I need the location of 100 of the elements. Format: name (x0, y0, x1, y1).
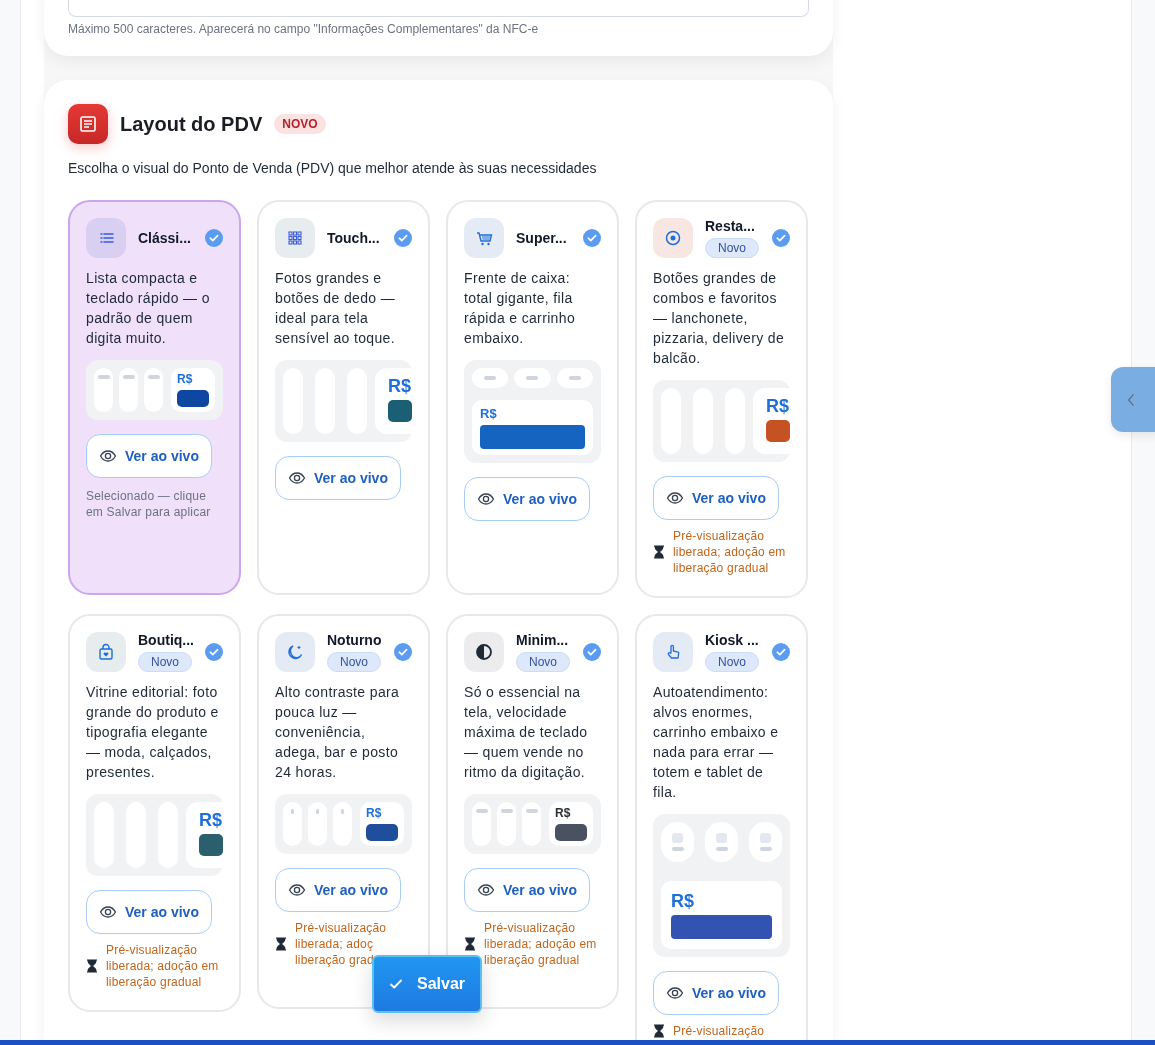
live-preview-button[interactable]: Ver ao vivo (653, 476, 779, 520)
placeholder-line (475, 809, 488, 813)
currency-symbol: R$ (480, 406, 498, 421)
option-description: Alto contraste para pouca luz — conveniência, adega, bar e posto 24 horas. (275, 683, 401, 782)
option-description: Fotos grandes e botões de dedo — ideal para tela sensível ao toque. (275, 269, 397, 348)
field-hint: Máximo 500 caracteres. Aparecerá no campo "Informações Complementares" da NFC-e (68, 22, 540, 36)
eye-icon (99, 447, 117, 465)
option-title: Kiosk ... (705, 632, 759, 648)
placeholder-line (97, 375, 110, 379)
currency-symbol: R$ (177, 372, 194, 386)
save-button[interactable]: Salvar (372, 955, 482, 1013)
eye-icon (666, 489, 684, 507)
layout-option-card[interactable]: Clássi... Lista compacta e teclado rápido — o padrão de quem digita muito. R$ Ver ao vivo Selecionado — clique em Salvar para aplicar (68, 200, 241, 595)
rollout-note: liberação gradual (106, 974, 202, 990)
new-badge: NOVO (274, 114, 326, 134)
layout-option-card[interactable]: Touch... Fotos grandes e botões de dedo — ideal para tela sensível ao toque. R$ Ver ao vivo (257, 200, 430, 595)
hourglass-icon (653, 1024, 665, 1038)
new-badge: Novo (705, 238, 759, 258)
option-description: Botões grandes de combos e favoritos — lanchonete, pizzaria, delivery de balcão. (653, 269, 786, 368)
check-circle-icon (583, 229, 601, 247)
hourglass-icon (275, 937, 287, 951)
live-preview-button[interactable]: Ver ao vivo (653, 971, 779, 1015)
placeholder-line (715, 847, 728, 851)
contrast-icon (473, 641, 495, 663)
rollout-note: Pré-visualização (484, 920, 576, 936)
new-badge: Novo (705, 652, 759, 672)
live-preview-button[interactable]: Ver ao vivo (86, 890, 212, 934)
live-preview-button[interactable]: Ver ao vivo (86, 434, 212, 478)
currency-symbol: R$ (199, 810, 222, 831)
option-description: Só o essencial na tela, velocidade máxima de teclado — quem vende no ritmo da digitação. (464, 683, 589, 782)
option-title: Noturno (327, 632, 382, 648)
hourglass-icon (464, 937, 476, 951)
rollout-note: Pré-visualização (673, 528, 765, 544)
option-title: Resta... (705, 218, 755, 234)
new-badge: Novo (327, 652, 381, 672)
option-description: Autoatendimento: alvos enormes, carrinho embaixo e nada para errar — totem e tablet de fila. (653, 683, 780, 802)
collapse-tab[interactable] (1111, 367, 1155, 432)
check-circle-icon (205, 643, 223, 661)
live-preview-button[interactable]: Ver ao vivo (464, 868, 590, 912)
currency-symbol: R$ (366, 806, 383, 820)
hourglass-icon (86, 959, 98, 973)
selection-note: Selecionado — clique em Salvar para aplicar (86, 488, 212, 520)
eye-icon (288, 469, 306, 487)
check-circle-icon (394, 643, 412, 661)
rollout-note: liberada; adoção em (673, 544, 786, 560)
chevron-left-icon (1127, 392, 1135, 407)
eye-icon (477, 881, 495, 899)
layout-icon (68, 104, 108, 144)
check-circle-icon (772, 643, 790, 661)
check-circle-icon (583, 643, 601, 661)
placeholder-line (526, 376, 539, 380)
placeholder-line (525, 809, 538, 813)
eye-icon (99, 903, 117, 921)
layout-option-card[interactable]: Super... Frente de caixa: total gigante, fila rápida e carrinho embaixo. R$ Ver ao vivo (446, 200, 619, 595)
rollout-note: liberação gradual (673, 560, 769, 576)
new-badge: Novo (138, 652, 192, 672)
rollout-note: liberada; adoção em (106, 958, 219, 974)
live-preview-button[interactable]: Ver ao vivo (275, 868, 401, 912)
placeholder-line (147, 375, 160, 379)
currency-symbol: R$ (766, 396, 789, 417)
check-circle-icon (205, 229, 223, 247)
currency-symbol: R$ (555, 806, 572, 820)
rollout-note: liberação gradual (484, 952, 580, 968)
placeholder-line (484, 376, 497, 380)
hourglass-icon (653, 545, 665, 559)
rollout-note: Pré-visualização (106, 942, 198, 958)
eye-icon (288, 881, 306, 899)
placeholder-line (291, 809, 294, 814)
option-description: Frente de caixa: total gigante, fila rápida e carrinho embaixo. (464, 269, 576, 348)
placeholder-line (500, 809, 513, 813)
rollout-note: liberação grad (295, 952, 374, 968)
rollout-note: liberada; adoç (295, 936, 374, 952)
option-description: Vitrine editorial: foto grande do produto e tipografia elegante — moda, calçados, presentes. (86, 683, 220, 782)
placeholder-line (341, 809, 344, 814)
new-badge: Novo (516, 652, 570, 672)
live-preview-button[interactable]: Ver ao vivo (275, 456, 401, 500)
live-preview-button[interactable]: Ver ao vivo (464, 477, 590, 521)
currency-symbol: R$ (671, 891, 695, 912)
option-title: Super... (516, 230, 567, 246)
option-title: Minim... (516, 632, 569, 648)
option-title: Clássi... (138, 230, 191, 246)
eye-icon (666, 984, 684, 1002)
rollout-note: Pré-visualização (673, 1023, 765, 1039)
section-title: Layout do PDV (120, 112, 263, 136)
rollout-note: liberada; adoção em (484, 936, 597, 952)
layout-option-card[interactable]: Boutiq... Novo Vitrine editorial: foto grande do produto e tipografia elegante — moda, calçados, presentes. R$ Ver ao vivo Pré-visualização liberada; adoção em liberação gradual (68, 614, 241, 1012)
placeholder-line (316, 809, 319, 814)
eye-icon (477, 490, 495, 508)
option-description: Lista compacta e teclado rápido — o padrão de quem digita muito. (86, 269, 211, 348)
check-circle-icon (772, 229, 790, 247)
rollout-note: Pré-visualização (295, 920, 387, 936)
placeholder-line (671, 847, 684, 851)
currency-symbol: R$ (388, 376, 411, 397)
section-description: Escolha o visual do Ponto de Venda (PDV) que melhor atende às suas necessidades (68, 160, 598, 176)
placeholder-line (122, 375, 135, 379)
placeholder-line (568, 376, 581, 380)
check-circle-icon (394, 229, 412, 247)
option-title: Boutiq... (138, 632, 194, 648)
check-icon (388, 977, 403, 991)
layout-option-card[interactable]: Resta... Novo Botões grandes de combos e favoritos — lanchonete, pizzaria, delivery de balcão. R$ Ver ao vivo Pré-visualização liberada; adoção em liberação gradual (635, 200, 808, 598)
